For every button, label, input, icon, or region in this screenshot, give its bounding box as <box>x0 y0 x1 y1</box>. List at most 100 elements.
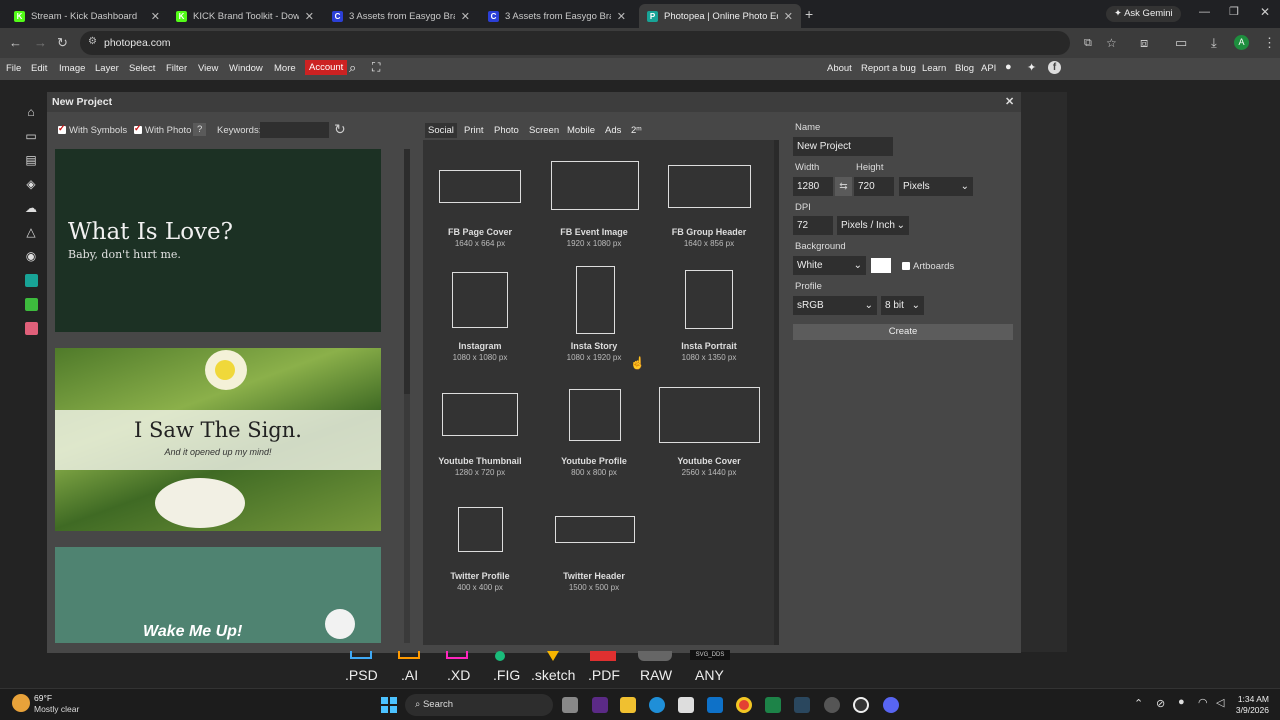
browser-tab[interactable]: K Stream - Kick Dashboard ✕ <box>6 4 168 28</box>
unit-select[interactable]: Pixels ⌄ <box>899 177 973 196</box>
fullscreen-icon[interactable]: ⛶ <box>372 60 380 75</box>
preset-tab-social[interactable]: Social <box>425 123 457 138</box>
minimize-icon[interactable]: — <box>1199 6 1210 18</box>
preset-thumbnail[interactable] <box>668 165 751 208</box>
file-explorer-icon[interactable] <box>620 697 636 713</box>
with-symbols-checkbox[interactable]: With Symbols <box>58 123 127 136</box>
browser-tab[interactable]: C 3 Assets from Easygo Brandfolder ✕ <box>480 4 634 28</box>
preset-tab-screen[interactable]: Screen <box>526 123 562 138</box>
menu-select[interactable]: Select <box>129 63 155 74</box>
extensions-icon[interactable]: ⧈ <box>1140 35 1148 51</box>
format-label[interactable]: .XD <box>447 667 470 683</box>
browser-tab[interactable]: P Photopea | Online Photo Editor ✕ <box>639 4 801 28</box>
preset-tab-print[interactable]: Print <box>461 123 487 138</box>
browser-menu-icon[interactable]: ⋮ <box>1263 35 1276 51</box>
monitor-icon[interactable]: ▭ <box>20 124 42 148</box>
menu-window[interactable]: Window <box>229 63 263 74</box>
close-window-icon[interactable]: ✕ <box>1260 5 1270 19</box>
width-input[interactable]: 1280 <box>793 177 833 196</box>
search-icon[interactable]: ⌕ <box>349 60 356 76</box>
back-icon[interactable]: ← <box>9 35 22 50</box>
omnibox[interactable]: ⚙ photopea.com ⧉ ☆ <box>80 31 1117 55</box>
reload-icon[interactable]: ↻ <box>57 35 68 51</box>
artboards-checkbox[interactable]: Artboards <box>902 261 954 272</box>
create-button[interactable]: Create <box>793 324 1013 340</box>
weather-desc[interactable]: Mostly clear <box>34 704 79 714</box>
menu-about[interactable]: About <box>827 63 852 74</box>
tray-chevron-icon[interactable]: ⌃ <box>1134 697 1143 710</box>
preset-thumbnail[interactable] <box>452 272 508 328</box>
tab-close-icon[interactable]: ✕ <box>461 10 470 23</box>
microphone-icon[interactable]: ● <box>1178 696 1185 708</box>
preset-name[interactable]: Twitter Header <box>537 571 651 581</box>
preset-thumbnail[interactable] <box>555 516 635 543</box>
preset-name[interactable]: FB Group Header <box>652 227 766 237</box>
swap-dimensions-icon[interactable]: ⇆ <box>835 177 852 196</box>
preset-name[interactable]: Youtube Cover <box>652 456 766 466</box>
preset-name[interactable]: Youtube Profile <box>537 456 651 466</box>
photopea-icon[interactable] <box>20 268 42 292</box>
menu-image[interactable]: Image <box>59 63 85 74</box>
sidebar-icon[interactable]: ▭ <box>1175 35 1187 51</box>
new-tab-button[interactable]: + <box>805 6 813 22</box>
app-icon-1[interactable] <box>592 697 608 713</box>
dpi-input[interactable]: 72 <box>793 216 833 235</box>
facebook-icon[interactable]: f <box>1048 61 1061 74</box>
tab-close-icon[interactable]: ✕ <box>617 10 626 23</box>
drive-icon[interactable]: △ <box>20 220 42 244</box>
preset-tab-ads[interactable]: Ads <box>602 123 624 138</box>
site-info-icon[interactable]: ⚙ <box>88 36 97 47</box>
preset-name[interactable]: Youtube Thumbnail <box>423 456 537 466</box>
format-label[interactable]: .sketch <box>531 667 575 683</box>
profile-avatar[interactable]: A <box>1234 35 1249 50</box>
menu-filter[interactable]: Filter <box>166 63 187 74</box>
preset-thumbnail[interactable] <box>576 266 615 334</box>
template-card-2[interactable]: I Saw The Sign. And it opened up my mind… <box>55 348 381 531</box>
edge-icon[interactable] <box>649 697 665 713</box>
volume-icon[interactable]: ◁ <box>1216 696 1224 709</box>
preset-name[interactable]: Instagram <box>423 341 537 351</box>
preset-name[interactable]: Twitter Profile <box>423 571 537 581</box>
preset-thumbnail[interactable] <box>659 387 760 443</box>
reddit-icon[interactable]: ● <box>1005 61 1012 73</box>
name-input[interactable]: New Project <box>793 137 893 156</box>
menu-blog[interactable]: Blog <box>955 63 974 74</box>
gamepad-icon[interactable]: ◉ <box>20 244 42 268</box>
preset-scrollbar[interactable] <box>774 140 779 645</box>
format-label[interactable]: .PSD <box>345 667 378 683</box>
preset-thumbnail[interactable] <box>458 507 503 552</box>
tab-close-icon[interactable]: ✕ <box>784 10 793 23</box>
menu-api[interactable]: API <box>981 63 996 74</box>
taskbar-search[interactable]: ⌕ Search <box>405 694 553 716</box>
app-icon-2[interactable] <box>824 697 840 713</box>
preset-thumbnail[interactable] <box>442 393 518 436</box>
bit-depth-select[interactable]: 8 bit ⌄ <box>881 296 924 315</box>
refresh-icon[interactable]: ↻ <box>334 121 346 138</box>
clock-time[interactable]: 1:34 AM <box>1233 694 1269 704</box>
excel-icon[interactable] <box>765 697 781 713</box>
mail-icon[interactable] <box>707 697 723 713</box>
weather-temp[interactable]: 69°F <box>34 693 52 703</box>
format-label[interactable]: .PDF <box>588 667 620 683</box>
dpi-unit-select[interactable]: Pixels / Inch ⌄ <box>837 216 909 235</box>
menu-more[interactable]: More <box>274 63 296 74</box>
clock-date[interactable]: 3/9/2026 <box>1226 705 1269 715</box>
format-label[interactable]: RAW <box>640 667 672 683</box>
preset-tab-photo[interactable]: Photo <box>491 123 522 138</box>
restore-icon[interactable]: ❐ <box>1229 5 1239 18</box>
menu-report-a-bug[interactable]: Report a bug <box>861 63 916 74</box>
preset-tab-2ᵐ[interactable]: 2ᵐ <box>628 123 645 138</box>
templates-scroll-thumb[interactable] <box>404 149 410 394</box>
account-menu[interactable]: Account <box>305 60 348 75</box>
preset-thumbnail[interactable] <box>551 161 639 210</box>
preset-thumbnail[interactable] <box>439 170 521 203</box>
menu-view[interactable]: View <box>198 63 218 74</box>
task-view-icon[interactable] <box>562 697 578 713</box>
network-off-icon[interactable]: ⊘ <box>1156 697 1165 710</box>
twitter-icon[interactable]: ✦ <box>1027 61 1036 74</box>
discord-icon[interactable] <box>883 697 899 713</box>
forward-icon[interactable]: → <box>34 35 47 50</box>
steam-icon[interactable] <box>794 697 810 713</box>
home-icon[interactable]: ⌂ <box>20 100 42 124</box>
profile-select[interactable]: sRGB ⌄ <box>793 296 877 315</box>
